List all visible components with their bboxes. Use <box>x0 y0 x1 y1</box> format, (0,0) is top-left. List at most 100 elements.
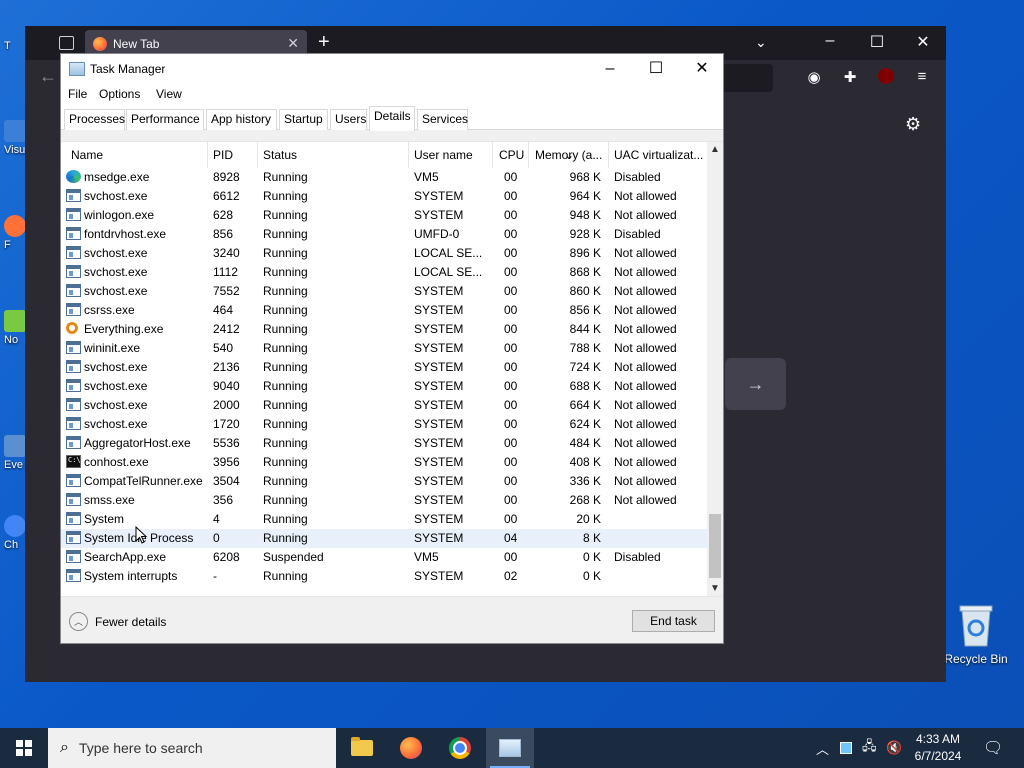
process-uac: Not allowed <box>614 322 677 336</box>
tab-services[interactable]: Services <box>417 109 468 130</box>
table-row[interactable]: svchost.exe 2136 Running SYSTEM 00 724 K Not a… <box>61 358 707 377</box>
tab-list-icon[interactable] <box>59 36 74 50</box>
extensions-icon[interactable]: ✚ <box>840 68 860 88</box>
menu-file[interactable]: File <box>68 87 87 101</box>
maximize-icon[interactable]: ☐ <box>862 32 892 52</box>
minimize-icon[interactable]: – <box>815 32 845 50</box>
minimize-button[interactable]: – <box>587 58 633 80</box>
maximize-button[interactable]: ☐ <box>633 58 679 80</box>
table-row[interactable]: svchost.exe 3240 Running LOCAL SE... 00 896 K… <box>61 244 707 263</box>
tab-users[interactable]: Users <box>330 109 367 130</box>
vertical-scrollbar[interactable]: ▲ ▼ <box>707 142 723 596</box>
search-go-button[interactable]: → <box>725 358 786 410</box>
taskbar-firefox[interactable] <box>387 728 435 768</box>
table-row[interactable]: conhost.exe 3956 Running SYSTEM 00 408 K Not a… <box>61 453 707 472</box>
show-hidden-icons[interactable]: ︿ <box>816 728 829 768</box>
table-row[interactable]: svchost.exe 9040 Running SYSTEM 00 688 K Not a… <box>61 377 707 396</box>
notifications-icon[interactable]: 🗨 <box>983 728 1003 768</box>
tab-performance[interactable]: Performance <box>126 109 204 130</box>
end-task-button[interactable]: End task <box>632 610 715 632</box>
process-memory: 408 K <box>569 455 601 469</box>
search-icon: ⌕ <box>60 739 69 756</box>
process-cpu: 00 <box>504 398 518 412</box>
chevron-down-icon[interactable]: ⌄ <box>755 34 767 51</box>
taskbar-task-manager[interactable] <box>486 728 534 768</box>
column-separator[interactable] <box>257 142 258 168</box>
tab-startup[interactable]: Startup <box>279 109 328 130</box>
table-row[interactable]: svchost.exe 6612 Running SYSTEM 00 964 K Not a… <box>61 187 707 206</box>
new-tab-icon[interactable]: + <box>318 31 330 54</box>
taskbar-search-box[interactable]: ⌕ Type here to search <box>48 728 336 768</box>
column-user-name[interactable]: User name <box>414 148 473 162</box>
recycle-bin[interactable]: Recycle Bin <box>944 602 1008 666</box>
taskbar-chrome[interactable] <box>436 728 484 768</box>
table-row[interactable]: System Idle Process0RunningSYSTEM048 K <box>61 529 707 548</box>
table-row[interactable]: msedge.exe 8928 Running VM5 00 968 K Disabled <box>61 168 707 187</box>
table-row[interactable]: smss.exe 356 Running SYSTEM 00 268 K Not allow… <box>61 491 707 510</box>
table-row[interactable]: wininit.exe 540 Running SYSTEM 00 788 K Not al… <box>61 339 707 358</box>
column-status[interactable]: Status <box>263 148 297 162</box>
scroll-down-icon[interactable]: ▼ <box>710 583 720 594</box>
column-separator[interactable] <box>528 142 529 168</box>
close-tab-icon[interactable]: ✕ <box>287 35 299 52</box>
column-separator[interactable] <box>408 142 409 168</box>
table-row[interactable]: fontdrvhost.exe 856 Running UMFD-0 00 928 K Di… <box>61 225 707 244</box>
column-pid[interactable]: PID <box>213 148 233 162</box>
process-win-icon <box>66 550 81 563</box>
table-row[interactable]: CompatTelRunner.exe 3504 Running SYSTEM 00 33… <box>61 472 707 491</box>
start-button[interactable] <box>0 728 48 768</box>
process-status: Running <box>263 246 308 260</box>
table-row[interactable]: winlogon.exe 628 Running SYSTEM 00 948 K Not a… <box>61 206 707 225</box>
table-row[interactable]: csrss.exe 464 Running SYSTEM 00 856 K Not allo… <box>61 301 707 320</box>
column-separator[interactable] <box>207 142 208 168</box>
process-status: Running <box>263 265 308 279</box>
process-status: Running <box>263 189 308 203</box>
tab-details[interactable]: Details <box>369 106 415 131</box>
table-row[interactable]: Everything.exe 2412 Running SYSTEM 00 844 K No… <box>61 320 707 339</box>
column-cpu[interactable]: CPU <box>499 148 524 162</box>
menu-icon[interactable]: ≡ <box>912 68 932 88</box>
tray-app-icon[interactable] <box>840 728 852 768</box>
scroll-up-icon[interactable]: ▲ <box>710 144 720 155</box>
process-memory: 624 K <box>569 417 601 431</box>
ublock-icon[interactable] <box>876 68 896 88</box>
process-win-icon <box>66 398 81 411</box>
process-uac: Disabled <box>614 227 661 241</box>
process-user: VM5 <box>414 550 439 564</box>
table-row[interactable]: svchost.exe 1720 Running SYSTEM 00 624 K Not a… <box>61 415 707 434</box>
back-arrow-icon[interactable]: ← <box>39 66 57 87</box>
task-manager-titlebar[interactable]: Task Manager – ☐ ✕ <box>61 54 723 84</box>
table-row[interactable]: svchost.exe 1112 Running LOCAL SE... 00 868 K… <box>61 263 707 282</box>
menu-options[interactable]: Options <box>99 87 140 101</box>
taskbar-file-explorer[interactable] <box>338 728 386 768</box>
column-separator[interactable] <box>492 142 493 168</box>
table-row[interactable]: System 4 Running SYSTEM 00 20 K <box>61 510 707 529</box>
table-row[interactable]: svchost.exe 2000 Running SYSTEM 00 664 K Not a… <box>61 396 707 415</box>
table-row[interactable]: AggregatorHost.exe 5536 Running SYSTEM 00 484… <box>61 434 707 453</box>
network-icon[interactable]: 🖧 <box>862 728 877 768</box>
process-cpu: 00 <box>504 379 518 393</box>
process-pid: 356 <box>213 493 234 507</box>
details-list[interactable]: Name PID Status User name CPU Memory (a.… <box>61 141 723 597</box>
task-manager-window[interactable]: Task Manager – ☐ ✕ File Options View Pro… <box>60 53 724 644</box>
taskbar-clock[interactable]: 4:33 AM 6/7/2024 <box>906 731 970 765</box>
table-row[interactable]: SearchApp.exe 6208 Suspended VM5 00 0 K Disabl… <box>61 548 707 567</box>
process-pid: 3956 <box>213 455 240 469</box>
process-memory: 664 K <box>569 398 601 412</box>
tab-app-history[interactable]: App history <box>206 109 277 130</box>
menu-view[interactable]: View <box>156 87 182 101</box>
column-name[interactable]: Name <box>71 148 103 162</box>
fewer-details-button[interactable]: ︿ Fewer details <box>69 612 166 631</box>
column-uac[interactable]: UAC virtualizat... <box>614 148 704 162</box>
gear-icon[interactable]: ⚙ <box>905 114 921 135</box>
table-row[interactable]: svchost.exe 7552 Running SYSTEM 00 860 K Not a… <box>61 282 707 301</box>
column-separator[interactable] <box>608 142 609 168</box>
close-icon[interactable]: ✕ <box>908 32 938 52</box>
close-button[interactable]: ✕ <box>679 58 725 80</box>
process-cpu: 00 <box>504 455 518 469</box>
table-row[interactable]: System interrupts - Running SYSTEM 02 0 K <box>61 567 707 586</box>
tab-processes[interactable]: Processes <box>64 109 125 130</box>
account-icon[interactable]: ◉ <box>804 68 824 88</box>
volume-muted-icon[interactable]: 🔇 <box>886 728 902 768</box>
scroll-thumb[interactable] <box>709 514 721 578</box>
